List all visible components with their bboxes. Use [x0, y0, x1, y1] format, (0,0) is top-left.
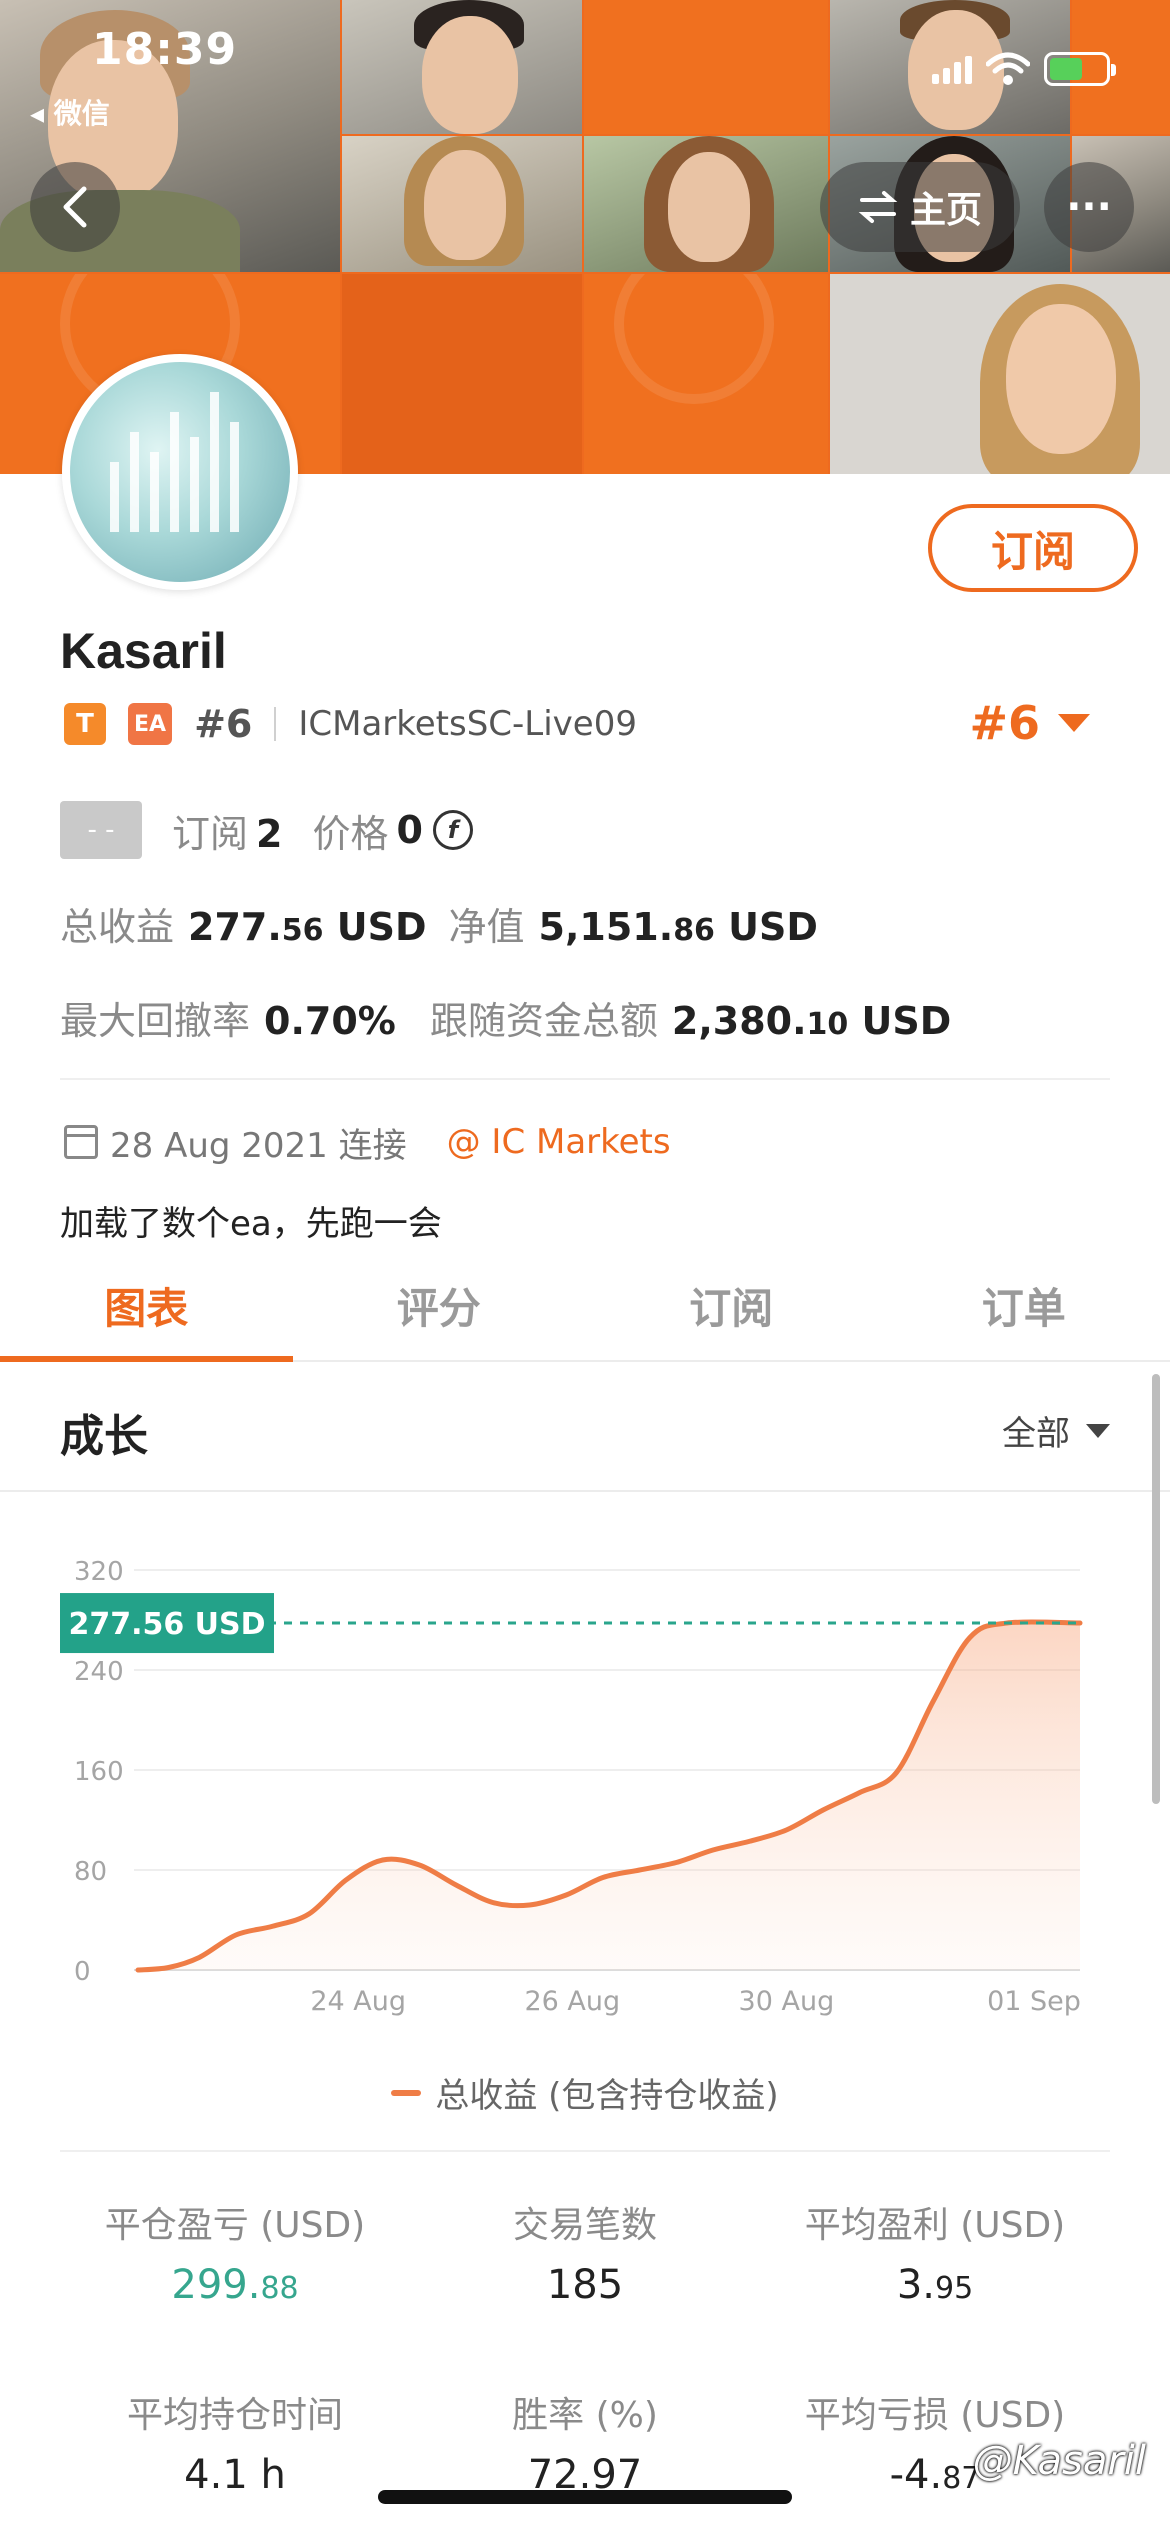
signal-icon: [932, 54, 972, 84]
subscribers-label: 订阅: [172, 811, 249, 856]
x-tick-label: 30 Aug: [739, 1986, 835, 2017]
divider: [60, 1078, 1110, 1080]
avatar[interactable]: [62, 354, 298, 590]
max-drawdown-value: 0.70%: [264, 999, 396, 1043]
tab-subscriptions[interactable]: 订阅: [585, 1250, 878, 1360]
growth-title: 成长: [60, 1411, 148, 1462]
banner-tile: [584, 274, 828, 474]
follow-funds-value: 2,380.10 USD: [671, 999, 952, 1043]
y-tick-label: 160: [74, 1757, 124, 1787]
drawdown-row: 最大回撤率 0.70% 跟随资金总额 2,380.10 USD: [60, 990, 951, 1050]
joined-date: 28 Aug 2021 连接: [110, 1125, 407, 1166]
status-placeholder: - -: [60, 801, 142, 859]
x-tick-label: 01 Sep: [987, 1986, 1081, 2017]
home-button[interactable]: 主页: [820, 162, 1020, 252]
subscription-stats: - - 订阅 2 价格 0 f: [60, 800, 473, 860]
caret-down-icon: [1058, 714, 1090, 732]
y-tick-label: 80: [74, 1857, 107, 1887]
equity-label: 净值: [448, 905, 525, 949]
total-profit-label: 总收益: [60, 905, 175, 949]
stat-cell: 交易笔数 185: [410, 2196, 760, 2308]
stat-value: 4.1 h: [184, 2452, 286, 2498]
back-button[interactable]: [30, 162, 120, 252]
rank-value: #6: [969, 696, 1040, 750]
growth-header: 成长 全部: [0, 1364, 1170, 1492]
calendar-icon: [64, 1125, 98, 1159]
series-area: [138, 1621, 1080, 1970]
trader-badge: T: [64, 703, 106, 745]
chart-legend: 总收益 (包含持仓收益): [0, 2068, 1170, 2117]
home-indicator: [378, 2490, 792, 2504]
y-tick-label: 0: [74, 1957, 91, 1987]
rank-label: #6: [194, 702, 253, 746]
period-filter-value: 全部: [1002, 1414, 1070, 1454]
coin-icon: f: [432, 810, 473, 850]
period-filter[interactable]: 全部: [1002, 1406, 1110, 1455]
server-name: ICMarketsSC-Live09: [298, 704, 637, 744]
battery-icon: [1044, 52, 1116, 86]
trader-meta: T EA #6 ICMarketsSC-Live09: [64, 698, 637, 750]
profit-row: 总收益 277.56 USD 净值 5,151.86 USD: [60, 896, 818, 956]
stat-value: 299.88: [171, 2262, 299, 2308]
more-icon: ···: [1066, 184, 1112, 230]
back-to-wechat[interactable]: ◂ 微信: [30, 92, 110, 132]
banner-tile: [584, 0, 828, 134]
home-button-label: 主页: [909, 190, 982, 231]
stat-label: 平均持仓时间: [126, 2395, 343, 2436]
broker-link[interactable]: @ IC Markets: [447, 1122, 671, 1162]
subscribe-button[interactable]: 订阅: [928, 504, 1138, 592]
stat-label: 胜率 (%): [512, 2395, 658, 2436]
tab-orders[interactable]: 订单: [878, 1250, 1170, 1360]
x-tick-label: 24 Aug: [310, 1986, 406, 2017]
banner-photo: [342, 136, 582, 272]
stat-cell: 平仓盈亏 (USD) 299.88: [60, 2196, 410, 2308]
status-time: 18:39: [92, 24, 238, 75]
tab-chart[interactable]: 图表: [0, 1250, 293, 1362]
stat-label: 交易笔数: [512, 2205, 657, 2246]
legend-swatch: [391, 2089, 422, 2096]
chevron-left-icon: [63, 186, 87, 228]
divider: [274, 707, 277, 741]
y-tick-label: 320: [74, 1557, 124, 1587]
wifi-icon: [986, 52, 1030, 85]
profile-tabs: 图表 评分 订阅 订单: [0, 1250, 1170, 1362]
stat-label: 平仓盈亏 (USD): [104, 2205, 366, 2246]
stat-value: 185: [546, 2262, 624, 2308]
switch-arrows-icon: [858, 191, 898, 223]
equity-value: 5,151.86 USD: [538, 905, 818, 949]
stats-grid: [60, 2150, 1110, 2152]
bio-text: 加载了数个ea，先跑一会: [60, 1204, 442, 1244]
watermark: @Kasaril: [972, 2438, 1146, 2484]
x-tick-label: 26 Aug: [524, 1986, 620, 2017]
subscribers-value: 2: [256, 811, 283, 856]
growth-chart[interactable]: 320 240 160 80 0 277.56 USD 24 Aug 26 Aug 30 Aug…: [0, 1500, 1170, 2120]
banner-photo: [584, 136, 828, 272]
banner-tile: [342, 274, 582, 474]
y-tick-label: 240: [74, 1657, 124, 1687]
current-value-label: 277.56 USD: [68, 1607, 265, 1642]
stat-value: 3.95: [896, 2262, 974, 2308]
legend-label: 总收益 (包含持仓收益): [435, 2076, 779, 2116]
price-label: 价格: [312, 811, 389, 856]
status-icons: [932, 52, 1116, 86]
banner-photo: [830, 274, 1170, 474]
tab-rating[interactable]: 评分: [293, 1250, 586, 1360]
caret-down-icon: [1086, 1423, 1110, 1438]
follow-funds-label: 跟随资金总额: [429, 999, 658, 1043]
trader-name: Kasaril: [60, 623, 227, 679]
join-info: 28 Aug 2021 连接 @ IC Markets: [64, 1116, 671, 1168]
stat-label: 平均盈利 (USD): [804, 2205, 1066, 2246]
ea-badge: EA: [128, 703, 173, 745]
stat-cell: 平均持仓时间 4.1 h: [60, 2386, 410, 2498]
more-button[interactable]: ···: [1044, 162, 1134, 252]
banner-photo: [342, 0, 582, 134]
price-value: 0: [396, 808, 423, 852]
max-drawdown-label: 最大回撤率: [60, 999, 251, 1043]
stat-cell: 平均盈利 (USD) 3.95: [760, 2196, 1110, 2308]
rank-dropdown[interactable]: #6: [969, 696, 1090, 750]
stat-label: 平均亏损 (USD): [804, 2395, 1066, 2436]
growth-chart-svg: 320 240 160 80 0 277.56 USD 24 Aug 26 Aug 30 Aug…: [60, 1557, 1083, 2017]
total-profit-value: 277.56 USD: [188, 905, 427, 949]
stat-cell: 胜率 (%) 72.97: [410, 2386, 760, 2498]
